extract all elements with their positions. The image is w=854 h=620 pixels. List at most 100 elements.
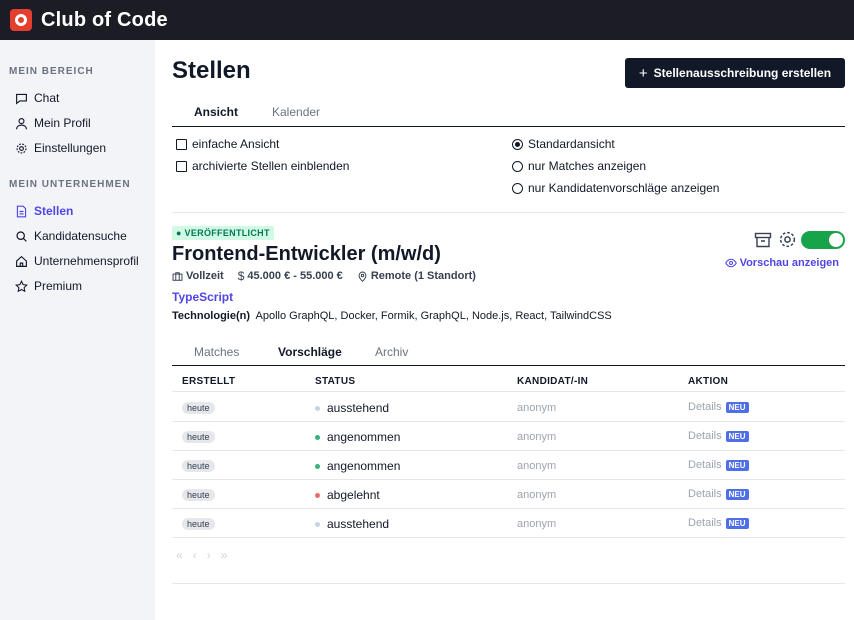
toggle-knob [829, 233, 843, 247]
column-header-aktion[interactable]: AKTION [688, 376, 728, 387]
details-link[interactable]: Details [688, 459, 722, 471]
star-icon [15, 279, 28, 292]
tab-kalender[interactable]: Kalender [272, 105, 320, 119]
sidebar-section-mein-bereich: MEIN BEREICH [9, 66, 94, 77]
tab-archiv[interactable]: Archiv [375, 345, 408, 359]
job-location: Remote (1 Standort) [357, 270, 476, 282]
home-icon [16, 255, 27, 267]
created-date: heute [182, 489, 215, 501]
table-row[interactable]: heute abgelehnt anonym Details NEU [172, 480, 845, 509]
created-date: heute [182, 402, 215, 414]
new-badge: NEU [725, 517, 749, 529]
status-cell: ausstehend [315, 401, 389, 415]
radio-button[interactable] [512, 182, 523, 194]
details-link[interactable]: Details [688, 517, 722, 529]
created-date: heute [182, 460, 215, 472]
document-icon [16, 205, 27, 217]
action-cell: Details NEU [688, 488, 749, 500]
sidebar-item-chat[interactable]: Chat [15, 90, 59, 106]
table-row[interactable]: heute angenommen anonym Details NEU [172, 451, 845, 480]
gear-icon[interactable] [778, 230, 797, 249]
view-tabs: Ansicht Kalender [172, 102, 845, 127]
new-badge: NEU [725, 488, 749, 500]
new-badge: NEU [725, 430, 749, 442]
user-icon [16, 117, 27, 129]
candidate-cell: anonym [517, 489, 557, 501]
sidebar-item-label: Einstellungen [34, 141, 107, 155]
create-job-button[interactable]: + Stellenausschreibung erstellen [625, 58, 845, 88]
action-cell: Details NEU [688, 459, 749, 471]
created-date: heute [182, 518, 215, 530]
status-cell: angenommen [315, 430, 400, 444]
prev-page-button[interactable]: ‹ [193, 548, 197, 562]
sidebar-section-mein-unternehmen: MEIN UNTERNEHMEN [9, 179, 131, 190]
first-page-button[interactable]: « [176, 548, 183, 562]
radio-button[interactable] [512, 138, 523, 150]
radio-button[interactable] [512, 160, 523, 172]
employment-type: Vollzeit [172, 270, 224, 282]
sidebar-item-label: Kandidatensuche [34, 229, 127, 243]
details-link[interactable]: Details [688, 488, 722, 500]
table-row[interactable]: heute ausstehend anonym Details NEU [172, 393, 845, 422]
checkbox-box[interactable] [176, 138, 187, 150]
last-page-button[interactable]: » [221, 548, 228, 562]
candidate-cell: anonym [517, 431, 557, 443]
publish-toggle[interactable] [801, 231, 845, 249]
candidate-cell: anonym [517, 460, 557, 472]
tab-matches[interactable]: Matches [194, 345, 239, 359]
table-row[interactable]: heute angenommen anonym Details NEU [172, 422, 845, 451]
logo-icon[interactable] [10, 9, 32, 31]
sidebar-item-label: Stellen [34, 204, 74, 218]
sidebar-item-stellen[interactable]: Stellen [15, 203, 73, 219]
radio-standardansicht[interactable]: Standardansicht [512, 137, 615, 151]
sidebar-item-mein-profil[interactable]: Mein Profil [15, 115, 91, 131]
technology-list: Technologie(n) Apollo GraphQL, Docker, F… [172, 310, 612, 322]
dollar-icon: $ [237, 269, 245, 283]
sidebar-item-label: Mein Profil [34, 116, 91, 130]
candidate-cell: anonym [517, 518, 557, 530]
column-header-kandidat[interactable]: KANDIDAT/-IN [517, 376, 588, 387]
status-cell: angenommen [315, 459, 400, 473]
app-title[interactable]: Club of Code [41, 9, 168, 32]
table-row[interactable]: heute ausstehend anonym Details NEU [172, 509, 845, 538]
chat-icon [16, 93, 27, 105]
tab-ansicht[interactable]: Ansicht [194, 105, 238, 119]
new-badge: NEU [725, 459, 749, 471]
radio-nur-matches[interactable]: nur Matches anzeigen [512, 159, 646, 173]
plus-icon: + [638, 64, 648, 82]
sidebar-item-unternehmensprofil[interactable]: Unternehmensprofil [15, 253, 139, 269]
new-badge: NEU [725, 401, 749, 413]
job-title[interactable]: Frontend-Entwickler (m/w/d) [172, 243, 441, 266]
action-cell: Details NEU [688, 517, 749, 529]
status-dot [315, 463, 320, 469]
status-cell: ausstehend [315, 517, 389, 531]
preview-link[interactable]: Vorschau anzeigen [724, 257, 839, 269]
details-link[interactable]: Details [688, 430, 722, 442]
divider [172, 212, 845, 213]
action-cell: Details NEU [688, 430, 749, 442]
eye-icon [724, 258, 737, 268]
briefcase-icon [172, 271, 183, 281]
sidebar-item-premium[interactable]: Premium [15, 278, 82, 294]
main-content: Stellen + Stellenausschreibung erstellen… [172, 40, 845, 620]
archive-icon[interactable] [754, 231, 772, 249]
tab-vorschlaege[interactable]: Vorschläge [278, 345, 342, 359]
job-meta: Vollzeit $ 45.000 € - 55.000 € Remote (1… [172, 269, 490, 283]
search-icon [16, 230, 27, 242]
column-header-status[interactable]: STATUS [315, 376, 355, 387]
radio-nur-kandidatenvorschlaege[interactable]: nur Kandidatenvorschläge anzeigen [512, 181, 719, 195]
next-page-button[interactable]: › [207, 548, 211, 562]
status-dot [315, 521, 320, 527]
column-header-erstellt[interactable]: ERSTELLT [182, 376, 235, 387]
action-cell: Details NEU [688, 401, 749, 413]
checkbox-einfache-ansicht[interactable]: einfache Ansicht [176, 137, 279, 151]
sidebar-item-einstellungen[interactable]: Einstellungen [15, 140, 106, 156]
sidebar-item-kandidatensuche[interactable]: Kandidatensuche [15, 228, 127, 244]
checkbox-archivierte-stellen[interactable]: archivierte Stellen einblenden [176, 159, 349, 173]
job-tabs: Matches Vorschläge Archiv [172, 341, 845, 366]
top-bar: Club of Code [0, 0, 854, 40]
details-link[interactable]: Details [688, 401, 722, 413]
checkbox-box[interactable] [176, 160, 187, 172]
candidate-cell: anonym [517, 402, 557, 414]
status-cell: abgelehnt [315, 488, 380, 502]
